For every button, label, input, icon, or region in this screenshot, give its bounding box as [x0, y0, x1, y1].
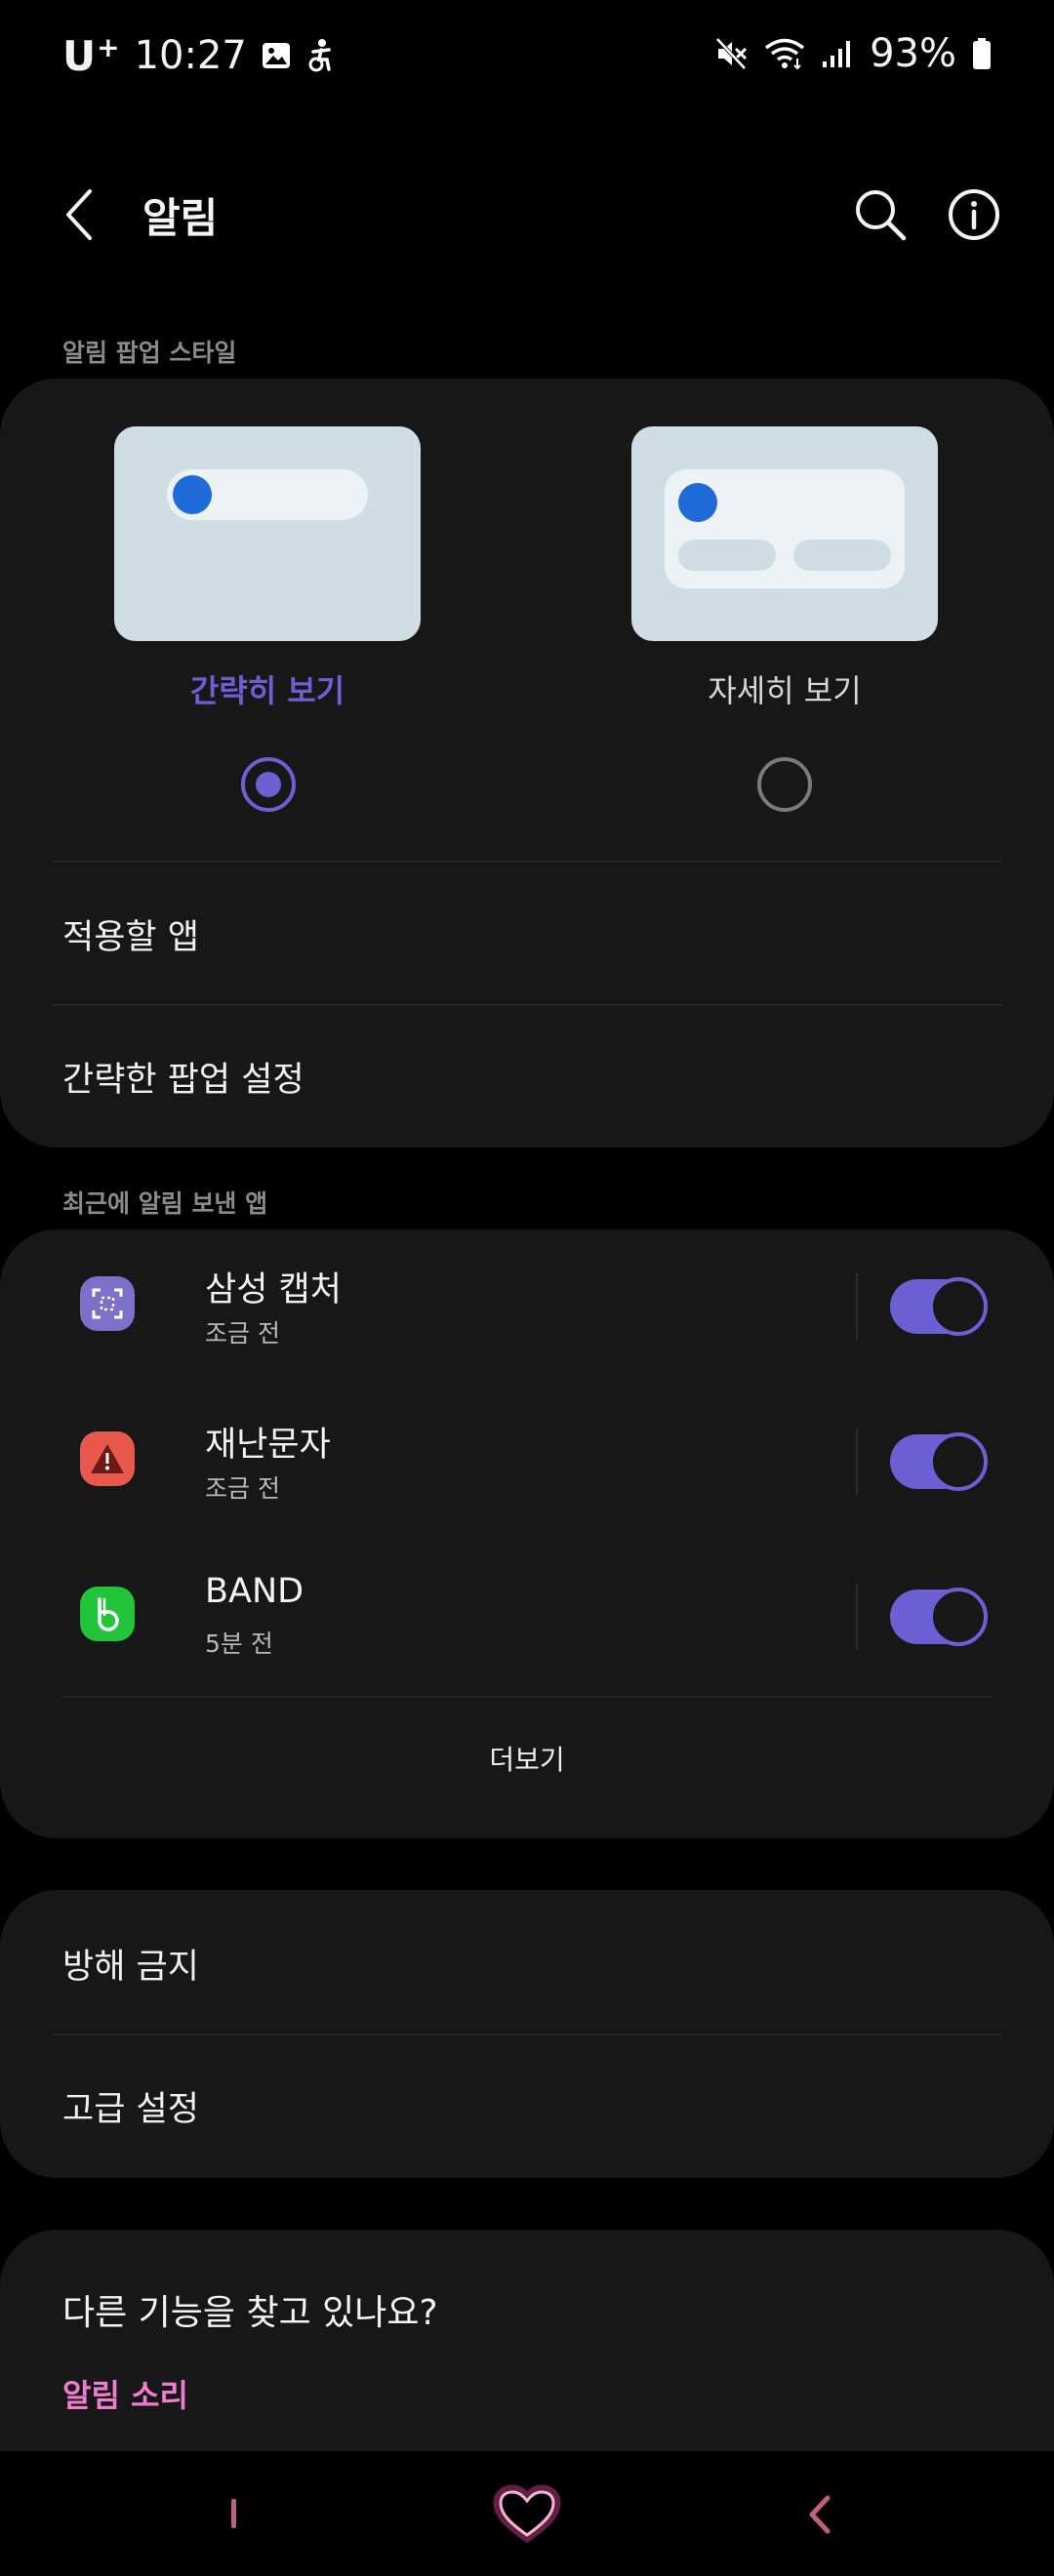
detailed-style-radio[interactable]: [757, 757, 812, 812]
recent-apps-card: 삼성 캡처 조금 전 재난문자 조금 전 BAND 5분 전 더보기: [0, 1229, 1054, 1838]
recents-icon: [231, 2499, 236, 2528]
disaster-alert-toggle[interactable]: [890, 1432, 988, 1491]
samsung-capture-toggle[interactable]: [890, 1277, 988, 1336]
separator: [856, 1429, 858, 1495]
app-name: BAND: [205, 1572, 304, 1611]
brief-popup-settings-item[interactable]: 간략한 팝업 설정: [62, 1052, 304, 1102]
brief-preview-image: [114, 426, 421, 641]
gallery-icon: [261, 40, 292, 71]
status-time: 10:27: [134, 33, 247, 78]
battery-icon: [972, 37, 992, 70]
more-button[interactable]: 더보기: [0, 1739, 1054, 1778]
heart-icon: [493, 2484, 561, 2544]
app-name: 재난문자: [205, 1426, 331, 1465]
advanced-settings-item[interactable]: 고급 설정: [62, 2081, 199, 2131]
search-icon: [856, 190, 907, 241]
back-button[interactable]: [59, 183, 105, 246]
navigation-bar: [0, 2451, 1054, 2576]
popup-style-section-label: 알림 팝업 스타일: [62, 339, 237, 367]
back-arrow-icon: [66, 189, 92, 240]
info-button[interactable]: [943, 183, 1005, 246]
do-not-disturb-item[interactable]: 방해 금지: [62, 1939, 199, 1989]
apps-to-apply-item[interactable]: 적용할 앱: [62, 909, 199, 959]
detailed-preview-image: [631, 426, 938, 641]
app-bar: 알림: [0, 166, 1054, 263]
brief-style-radio[interactable]: [241, 757, 296, 812]
back-icon: [809, 2495, 831, 2534]
separator: [856, 1273, 858, 1340]
app-time: 조금 전: [205, 1474, 280, 1503]
divider: [62, 1696, 992, 1698]
wifi-icon: [764, 37, 805, 70]
looking-for-title: 다른 기능을 찾고 있나요?: [62, 2293, 438, 2333]
separator: [856, 1584, 858, 1650]
app-row-samsung-capture[interactable]: 삼성 캡처 조금 전: [0, 1234, 1054, 1381]
app-row-band[interactable]: BAND 5분 전: [0, 1545, 1054, 1691]
divider: [53, 861, 1001, 863]
signal-icon: [821, 38, 854, 69]
app-row-disaster-alert[interactable]: 재난문자 조금 전: [0, 1389, 1054, 1536]
notification-sound-link[interactable]: 알림 소리: [62, 2371, 188, 2416]
samsung-capture-icon: [80, 1276, 135, 1331]
divider: [53, 2033, 1001, 2035]
search-button[interactable]: [849, 183, 912, 246]
back-nav-button[interactable]: [776, 2471, 864, 2558]
app-name: 삼성 캡처: [205, 1270, 342, 1309]
mute-icon: [715, 37, 749, 70]
band-toggle[interactable]: [890, 1588, 988, 1646]
status-bar: U+ 10:27 93%: [0, 0, 1054, 115]
detailed-style-label: 자세히 보기: [708, 672, 862, 709]
detailed-style-option[interactable]: 자세히 보기: [631, 426, 938, 711]
brief-style-label: 간략히 보기: [189, 672, 345, 709]
app-time: 5분 전: [205, 1630, 273, 1658]
other-settings-card: 방해 금지 고급 설정: [0, 1890, 1054, 2178]
popup-style-card: 간략히 보기 자세히 보기 적용할 앱 간략한 팝업 설정: [0, 379, 1054, 1147]
info-icon: [949, 189, 999, 240]
carrier-label: U+: [62, 31, 121, 80]
page-title: 알림: [142, 194, 219, 242]
divider: [53, 1004, 1001, 1006]
band-icon: [80, 1587, 135, 1641]
brief-style-option[interactable]: 간략히 보기: [114, 426, 421, 711]
battery-percent: 93%: [870, 31, 956, 76]
warning-icon: [80, 1431, 135, 1486]
recent-apps-section-label: 최근에 알림 보낸 앱: [62, 1189, 268, 1218]
home-button[interactable]: [483, 2471, 571, 2558]
accessibility-icon: [305, 38, 337, 73]
recent-apps-button[interactable]: [190, 2471, 278, 2558]
app-time: 조금 전: [205, 1319, 280, 1348]
